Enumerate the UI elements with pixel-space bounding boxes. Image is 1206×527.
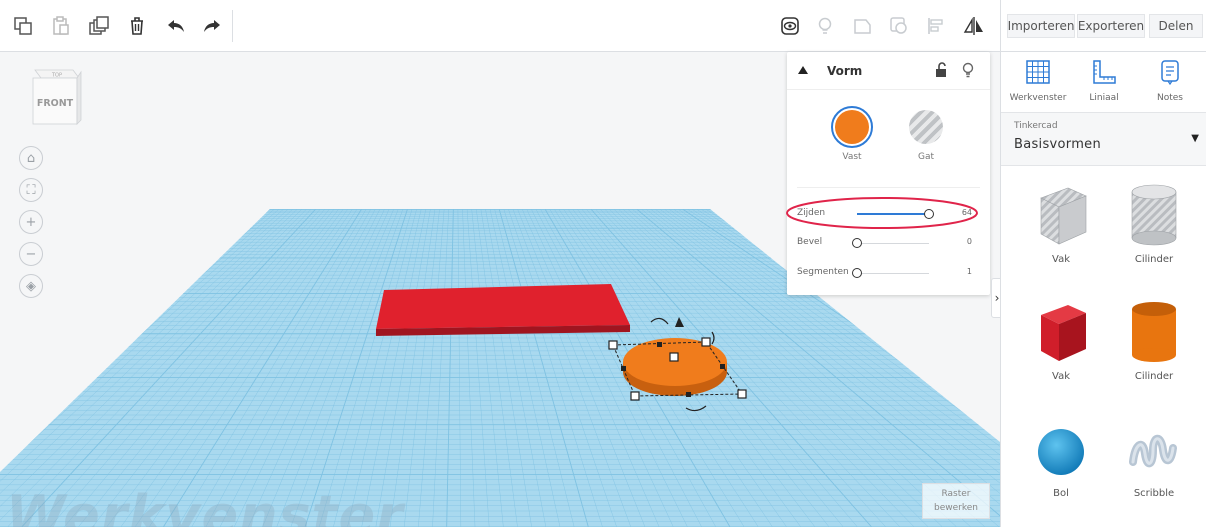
visibility-icon[interactable] <box>777 13 803 39</box>
view-cube[interactable]: TOP FRONT <box>27 68 83 128</box>
shape-label: Scribble <box>1133 488 1175 499</box>
scribble-icon <box>1129 434 1177 468</box>
tool-label: Werkvenster <box>1009 93 1067 103</box>
corner-handle[interactable] <box>630 391 640 401</box>
inspector-title: Vorm <box>827 64 863 78</box>
corner-handle[interactable] <box>701 337 711 347</box>
right-header: Importeren Exporteren Delen <box>1000 0 1206 52</box>
notes-tool[interactable]: Notes <box>1137 58 1203 103</box>
copy-icon[interactable] <box>10 13 36 39</box>
ruler-tool[interactable]: Liniaal <box>1071 58 1137 103</box>
height-handle[interactable] <box>669 352 679 362</box>
workplane-tool[interactable]: Werkvenster <box>1005 58 1071 103</box>
workplane-watermark: Werkvenster <box>6 484 404 527</box>
slider-knob[interactable] <box>852 238 862 248</box>
ruler-icon <box>1093 60 1116 84</box>
inspector-divider <box>797 187 980 188</box>
viewcube-top-label: TOP <box>51 73 62 79</box>
shape-sphere[interactable]: Bol <box>1016 414 1106 524</box>
hole-label: Gat <box>917 152 935 162</box>
slider-track[interactable] <box>857 243 929 244</box>
shape-label: Cilinder <box>1134 254 1174 265</box>
redo-icon[interactable] <box>199 13 225 39</box>
shape-scribble[interactable]: Scribble <box>1109 414 1199 524</box>
right-panel: Werkvenster Liniaal Notes Tinkercad Basi… <box>1000 52 1206 527</box>
home-view-icon[interactable]: ⌂ <box>19 146 43 170</box>
shape-box-solid[interactable]: Vak <box>1016 297 1106 407</box>
zoom-in-icon[interactable]: + <box>19 210 43 234</box>
library-selected: Basisvormen <box>1014 137 1102 152</box>
property-row-bevel[interactable]: Bevel 0 <box>797 233 980 253</box>
light-icon[interactable] <box>812 13 838 39</box>
toolbar-divider <box>232 10 233 42</box>
red-box-shape[interactable] <box>376 284 630 336</box>
shape-library-dropdown[interactable]: Tinkercad Basisvormen ▼ <box>1001 112 1206 166</box>
property-row-segmenten[interactable]: Segmenten 1 <box>797 263 980 283</box>
blue-sphere-icon <box>1038 429 1084 475</box>
shape-label: Cilinder <box>1134 371 1174 382</box>
light-bulb-icon[interactable] <box>962 62 974 78</box>
solid-label: Vast <box>842 152 862 162</box>
shape-label: Bol <box>1053 488 1069 499</box>
orange-cylinder-icon <box>1132 302 1176 362</box>
cylinder-hole-icon <box>1131 184 1177 246</box>
chevron-down-icon: ▼ <box>1191 133 1199 144</box>
shape-cylinder-hole[interactable]: Cilinder <box>1109 180 1199 290</box>
paste-icon[interactable] <box>48 13 74 39</box>
viewcube-front-label: FRONT <box>37 98 74 109</box>
fit-view-icon[interactable]: ⛶ <box>19 178 43 202</box>
property-value: 1 <box>966 267 972 276</box>
slider-knob[interactable] <box>852 268 862 278</box>
property-label: Segmenten <box>797 267 849 277</box>
share-button[interactable]: Delen <box>1149 14 1203 38</box>
highlight-ellipse <box>786 197 978 229</box>
edge-handle[interactable] <box>720 364 725 369</box>
undo-icon[interactable] <box>163 13 189 39</box>
main-toolbar <box>0 0 1000 52</box>
orange-cylinder-shape[interactable] <box>623 338 727 396</box>
shape-inspector: Vorm Vast Gat Zijden 64 Bevel 0 Segmenten 1 <box>786 52 990 295</box>
shape-label: Vak <box>1052 371 1070 382</box>
library-category: Tinkercad <box>1014 121 1058 131</box>
tool-label: Notes <box>1157 93 1183 103</box>
hole-swatch <box>909 110 943 144</box>
edge-handle[interactable] <box>657 342 662 347</box>
edge-handle[interactable] <box>621 366 626 371</box>
collapse-triangle-icon[interactable] <box>798 66 808 74</box>
edit-grid-label-1: Raster <box>941 489 971 499</box>
shape-cylinder-solid[interactable]: Cilinder <box>1109 297 1199 407</box>
slider-track[interactable] <box>857 273 929 274</box>
red-box-icon <box>1041 305 1086 361</box>
solid-swatch <box>835 110 869 144</box>
edit-grid-label-2: bewerken <box>934 503 978 513</box>
perspective-icon[interactable]: ◈ <box>19 274 43 298</box>
property-value: 0 <box>966 237 972 246</box>
zoom-out-icon[interactable]: − <box>19 242 43 266</box>
group-icon[interactable] <box>886 13 912 39</box>
export-button[interactable]: Exporteren <box>1077 14 1145 38</box>
property-label: Bevel <box>797 237 823 247</box>
mirror-icon[interactable] <box>961 13 987 39</box>
lock-icon[interactable] <box>935 62 947 78</box>
align-icon[interactable] <box>923 13 949 39</box>
edge-handle[interactable] <box>686 392 691 397</box>
corner-handle[interactable] <box>608 340 618 350</box>
inspector-header: Vorm <box>787 52 990 90</box>
shape-tool-icon[interactable] <box>849 13 875 39</box>
shape-box-hole[interactable]: Vak <box>1016 180 1106 290</box>
trash-icon[interactable] <box>124 13 150 39</box>
tool-label: Liniaal <box>1089 93 1119 103</box>
duplicate-icon[interactable] <box>86 13 112 39</box>
notes-icon <box>1161 60 1179 86</box>
box-hole-icon <box>1040 187 1087 245</box>
edit-grid-button[interactable]: Raster bewerken <box>922 483 990 519</box>
corner-handle[interactable] <box>737 389 747 399</box>
workplane-grid-icon <box>1026 60 1050 84</box>
import-button[interactable]: Importeren <box>1007 14 1075 38</box>
shape-label: Vak <box>1052 254 1070 265</box>
